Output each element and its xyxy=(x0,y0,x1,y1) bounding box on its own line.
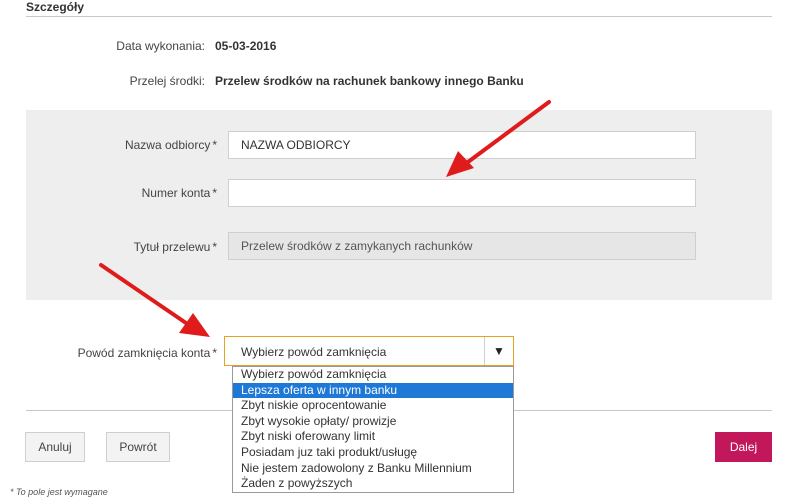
close-reason-selected-value: Wybierz powód zamknięcia xyxy=(241,345,387,359)
close-reason-option-highlighted[interactable]: Lepsza oferta w innym banku xyxy=(233,382,513,399)
next-button[interactable]: Dalej xyxy=(715,432,772,462)
date-label: Data wykonania: xyxy=(116,39,205,53)
close-reason-option[interactable]: Zbyt wysokie opłaty/ prowizje xyxy=(233,414,513,430)
back-button[interactable]: Powrót xyxy=(106,432,170,462)
close-reason-option[interactable]: Posiadam juz taki produkt/usługę xyxy=(233,445,513,461)
required-mark: * xyxy=(212,346,217,360)
transfer-title-input: Przelew środków z zamykanych rachunków xyxy=(228,232,696,260)
close-reason-select[interactable]: Wybierz powód zamknięcia ▼ xyxy=(224,336,514,366)
date-value: 05-03-2016 xyxy=(215,39,277,53)
account-number-label: Numer konta * xyxy=(27,186,217,200)
required-footnote: * To pole jest wymagane xyxy=(10,487,108,497)
top-divider xyxy=(26,16,772,17)
account-number-input[interactable] xyxy=(228,179,696,207)
transfer-type-value: Przelew środków na rachunek bankowy inne… xyxy=(215,74,524,88)
required-mark: * xyxy=(212,186,217,200)
required-mark: * xyxy=(212,240,217,254)
close-reason-options[interactable]: Wybierz powód zamknięcia Lepsza oferta w… xyxy=(232,366,514,493)
recipient-name-label: Nazwa odbiorcy * xyxy=(27,138,217,152)
close-reason-option[interactable]: Zbyt niskie oprocentowanie xyxy=(233,398,513,414)
transfer-details-page: Szczegóły Data wykonania: 05-03-2016 Prz… xyxy=(0,0,796,500)
chevron-down-icon[interactable]: ▼ xyxy=(484,337,513,365)
close-reason-label: Powód zamknięcia konta * xyxy=(27,346,217,360)
close-reason-option[interactable]: Żaden z powyższych xyxy=(233,476,513,492)
close-reason-option[interactable]: Zbyt niski oferowany limit xyxy=(233,429,513,445)
account-number-label-text: Numer konta xyxy=(141,186,211,200)
recipient-name-input[interactable]: NAZWA ODBIORCY xyxy=(228,131,696,159)
transfer-title-label-text: Tytuł przelewu xyxy=(133,240,211,254)
cancel-button[interactable]: Anuluj xyxy=(25,432,85,462)
section-title: Szczegóły xyxy=(26,0,85,14)
transfer-type-label: Przelej środki: xyxy=(129,74,205,88)
close-reason-option[interactable]: Nie jestem zadowolony z Banku Millennium xyxy=(233,461,513,477)
close-reason-label-text: Powód zamknięcia konta xyxy=(77,346,211,360)
recipient-name-label-text: Nazwa odbiorcy xyxy=(124,138,211,152)
close-reason-option[interactable]: Wybierz powód zamknięcia xyxy=(233,367,513,383)
transfer-title-label: Tytuł przelewu * xyxy=(27,240,217,254)
required-mark: * xyxy=(212,138,217,152)
